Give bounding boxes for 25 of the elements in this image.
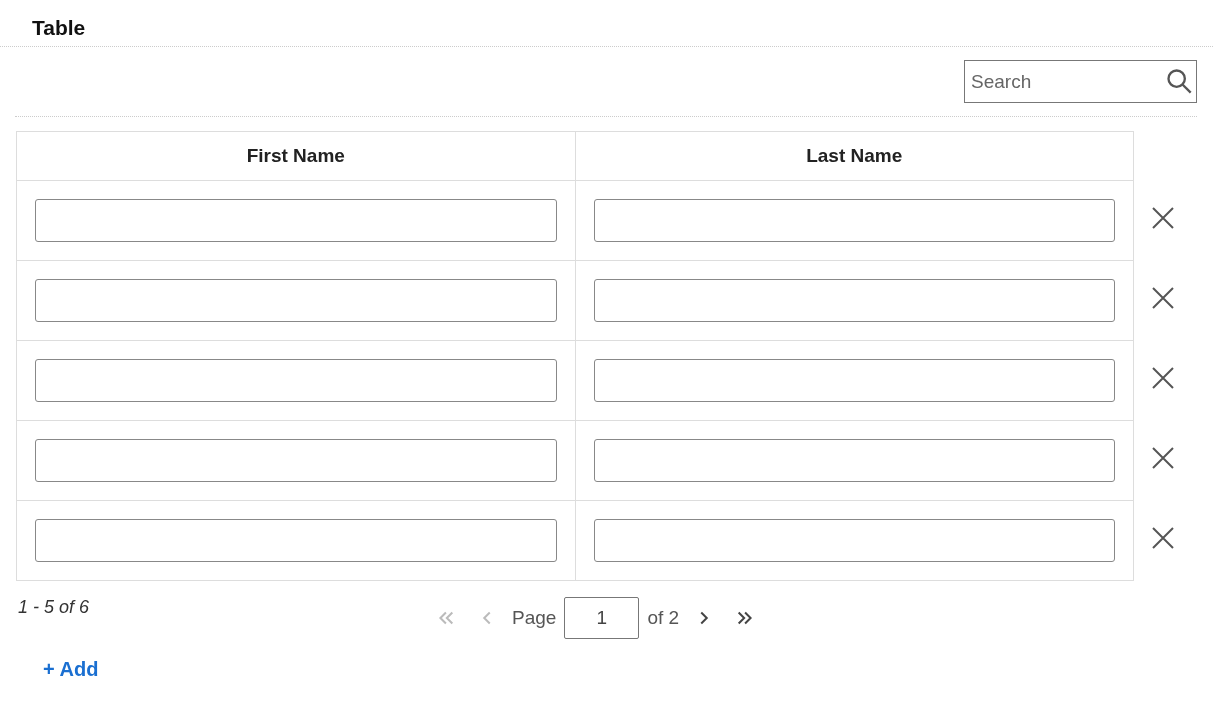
close-icon <box>1151 206 1175 230</box>
close-icon <box>1151 526 1175 550</box>
text-field[interactable] <box>35 519 557 562</box>
text-field[interactable] <box>593 359 1115 402</box>
close-icon <box>1151 366 1175 390</box>
text-field[interactable] <box>35 439 557 482</box>
text-field[interactable] <box>35 199 557 242</box>
search-icon <box>1165 67 1193 95</box>
close-icon <box>1151 286 1175 310</box>
column-header: Last Name <box>575 131 1134 181</box>
text-field[interactable] <box>593 199 1115 242</box>
record-count: 1 - 5 of 6 <box>18 597 90 618</box>
page-number-field[interactable]: 1 <box>564 597 640 639</box>
text-field[interactable] <box>593 519 1115 562</box>
page-label: Page <box>512 607 557 629</box>
close-icon <box>1151 446 1175 470</box>
page-title: Table <box>0 0 1213 47</box>
add-link[interactable]: + Add <box>43 658 99 681</box>
text-field[interactable] <box>35 359 557 402</box>
text-field[interactable] <box>593 439 1115 482</box>
page-total: of 2 <box>647 607 680 629</box>
text-field[interactable] <box>593 279 1115 322</box>
column-header: First Name <box>16 131 575 181</box>
search-field[interactable]: Search <box>964 60 1197 103</box>
text-field[interactable] <box>35 279 557 322</box>
